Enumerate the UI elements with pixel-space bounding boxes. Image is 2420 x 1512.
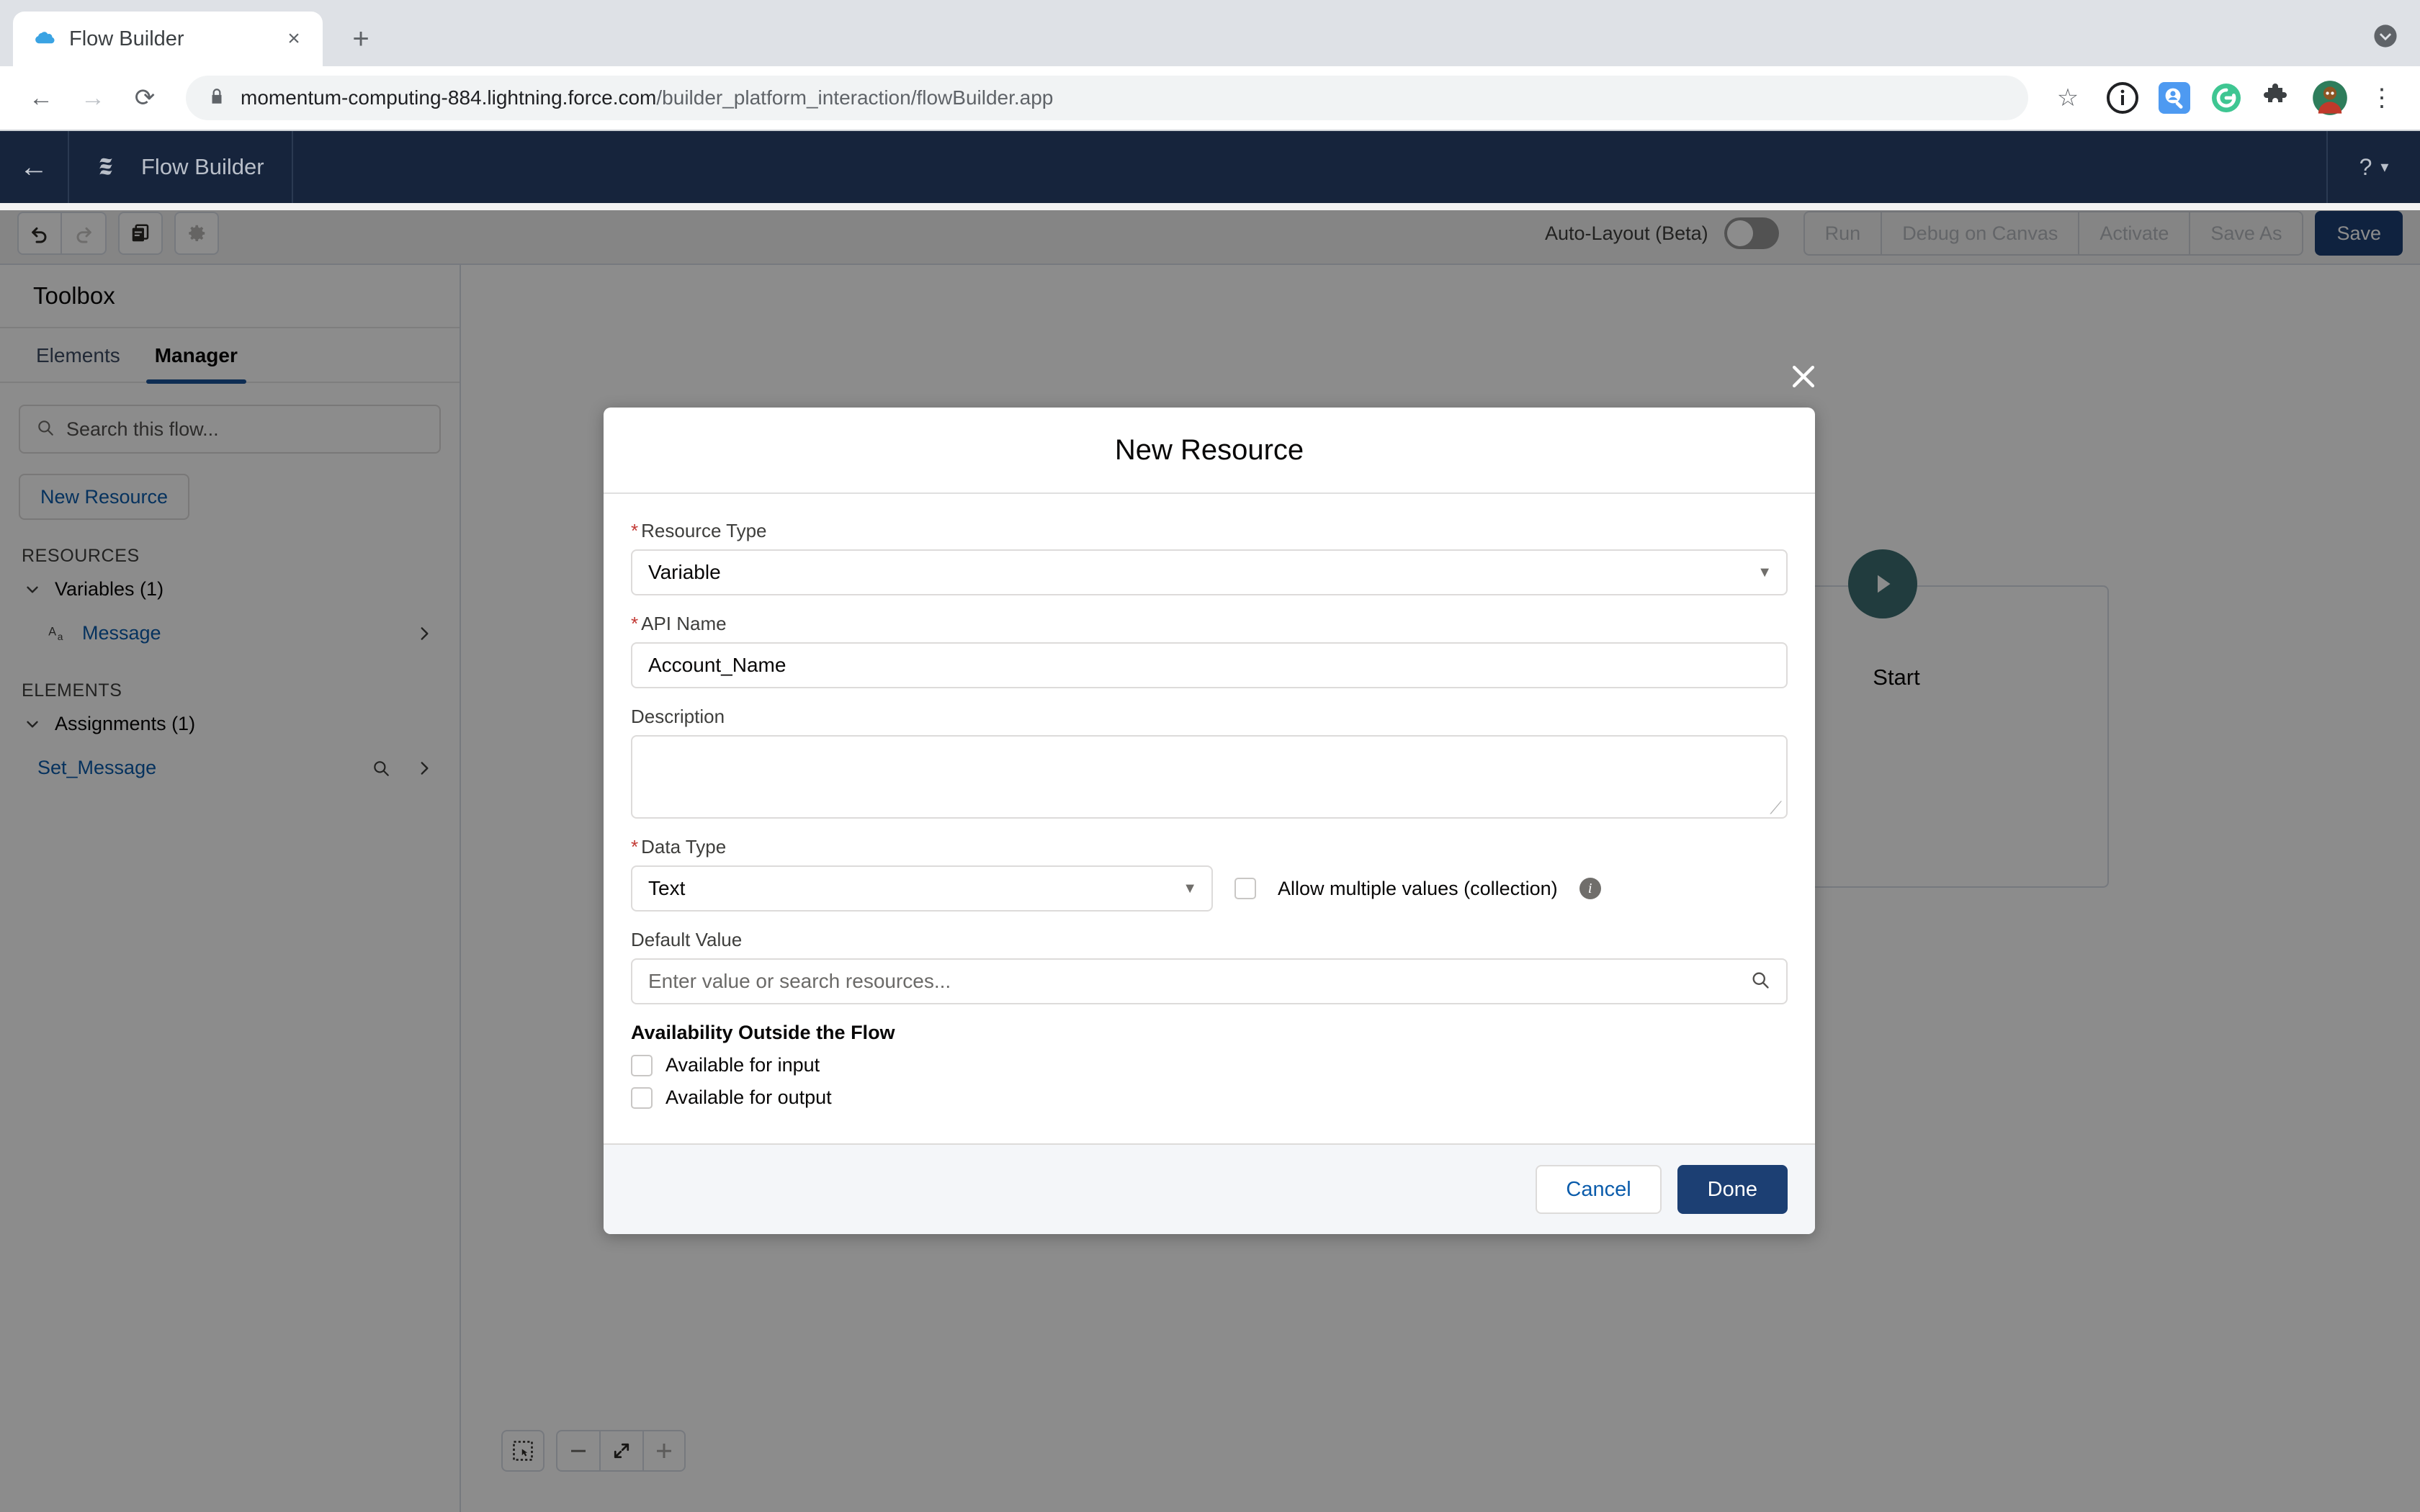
forward-icon[interactable]: → <box>71 76 115 120</box>
required-asterisk: * <box>631 836 639 858</box>
available-for-input-checkbox[interactable] <box>631 1054 653 1076</box>
label-text: Resource Type <box>641 520 767 541</box>
label-text: API Name <box>641 613 727 634</box>
browser-omnibar: ← → ⟳ momentum-computing-884.lightning.f… <box>0 66 2420 130</box>
description-field: Description <box>631 706 1788 819</box>
resource-type-field: * Resource Type Variable ▼ <box>631 520 1788 595</box>
modal-title: New Resource <box>604 408 1815 494</box>
salesforce-global-header: ← Flow Builder ? ▾ <box>0 131 2420 203</box>
data-type-select[interactable]: Text ▼ <box>631 865 1213 912</box>
default-value-label: Default Value <box>631 929 1788 951</box>
resource-type-value: Variable <box>648 561 721 583</box>
url-path: /builder_platform_interaction/flowBuilde… <box>656 86 1054 109</box>
profile-avatar[interactable] <box>2311 78 2349 117</box>
help-question-icon: ? <box>2359 153 2372 180</box>
available-for-output-label: Available for output <box>666 1086 832 1108</box>
chevron-down-icon[interactable] <box>2370 20 2401 52</box>
default-value-field: Default Value Enter value or search reso… <box>631 929 1788 1004</box>
required-asterisk: * <box>631 613 639 634</box>
back-icon[interactable]: ← <box>19 76 63 120</box>
available-for-output-row[interactable]: Available for output <box>631 1086 1788 1109</box>
resource-type-label: * Resource Type <box>631 520 1788 542</box>
available-for-input-row[interactable]: Available for input <box>631 1054 1788 1076</box>
label-text: Description <box>631 706 725 727</box>
close-icon[interactable]: × <box>279 24 308 53</box>
help-menu[interactable]: ? ▾ <box>2326 131 2420 203</box>
browser-tab[interactable]: Flow Builder × <box>13 12 323 66</box>
browser-tabstrip: Flow Builder × + <box>0 0 2420 66</box>
url-domain: momentum-computing-884.lightning.force.c… <box>241 86 657 109</box>
modal-footer: Cancel Done <box>604 1143 1815 1234</box>
default-value-placeholder: Enter value or search resources... <box>648 970 951 992</box>
available-for-output-checkbox[interactable] <box>631 1086 653 1109</box>
data-type-field: * Data Type Text ▼ Allow multiple values… <box>631 836 1788 912</box>
allow-multiple-checkbox[interactable] <box>1234 878 1256 899</box>
app-name: Flow Builder <box>141 154 264 179</box>
close-icon[interactable] <box>1783 356 1824 397</box>
grammarly-icon[interactable] <box>2207 78 2246 117</box>
chevron-down-icon: ▾ <box>2380 158 2389 176</box>
back-to-setup-icon[interactable]: ← <box>0 131 69 203</box>
available-for-input-label: Available for input <box>666 1054 820 1076</box>
search-icon[interactable] <box>1750 970 1770 994</box>
api-name-input[interactable]: Account_Name <box>631 642 1788 688</box>
chevron-down-icon: ▼ <box>1757 564 1772 580</box>
app-branding: Flow Builder <box>69 131 293 203</box>
info-icon[interactable]: i <box>1579 878 1601 899</box>
search-person-icon[interactable] <box>2155 78 2194 117</box>
url-bar[interactable]: momentum-computing-884.lightning.force.c… <box>186 76 2028 120</box>
label-text: Data Type <box>641 836 727 858</box>
resource-type-select[interactable]: Variable ▼ <box>631 549 1788 595</box>
required-asterisk: * <box>631 520 639 541</box>
modal-body: * Resource Type Variable ▼ * API Name Ac… <box>604 494 1815 1143</box>
description-label: Description <box>631 706 1788 728</box>
reload-icon[interactable]: ⟳ <box>122 76 167 120</box>
label-text: Default Value <box>631 929 743 950</box>
url-text: momentum-computing-884.lightning.force.c… <box>241 86 1053 109</box>
data-type-label: * Data Type <box>631 836 1788 858</box>
browser-menu-icon[interactable]: ⋮ <box>2362 78 2401 117</box>
data-type-row: Text ▼ Allow multiple values (collection… <box>631 865 1788 912</box>
api-name-value: Account_Name <box>648 654 786 676</box>
extensions-bar: ⋮ <box>2096 78 2401 117</box>
lock-icon <box>207 87 226 109</box>
data-type-value: Text <box>648 877 686 899</box>
puzzle-extension-icon[interactable] <box>2259 78 2298 117</box>
flow-builder-logo-icon <box>97 151 125 184</box>
done-button[interactable]: Done <box>1677 1165 1788 1214</box>
api-name-field: * API Name Account_Name <box>631 613 1788 688</box>
new-resource-modal: New Resource * Resource Type Variable ▼ … <box>604 408 1815 1234</box>
cancel-button[interactable]: Cancel <box>1536 1165 1662 1214</box>
allow-multiple-label: Allow multiple values (collection) <box>1278 877 1558 899</box>
browser-tab-title: Flow Builder <box>69 27 184 50</box>
api-name-label: * API Name <box>631 613 1788 635</box>
chevron-down-icon: ▼ <box>1183 880 1197 896</box>
default-value-input[interactable]: Enter value or search resources... <box>631 958 1788 1004</box>
bookmark-star-icon[interactable]: ☆ <box>2047 77 2089 119</box>
browser-chrome: Flow Builder × + ← → ⟳ momentum-computin… <box>0 0 2420 131</box>
info-circle-icon[interactable] <box>2103 78 2142 117</box>
new-tab-button[interactable]: + <box>339 17 383 61</box>
salesforce-cloud-icon <box>32 27 56 51</box>
description-textarea[interactable] <box>631 735 1788 819</box>
availability-section-title: Availability Outside the Flow <box>631 1022 895 1043</box>
